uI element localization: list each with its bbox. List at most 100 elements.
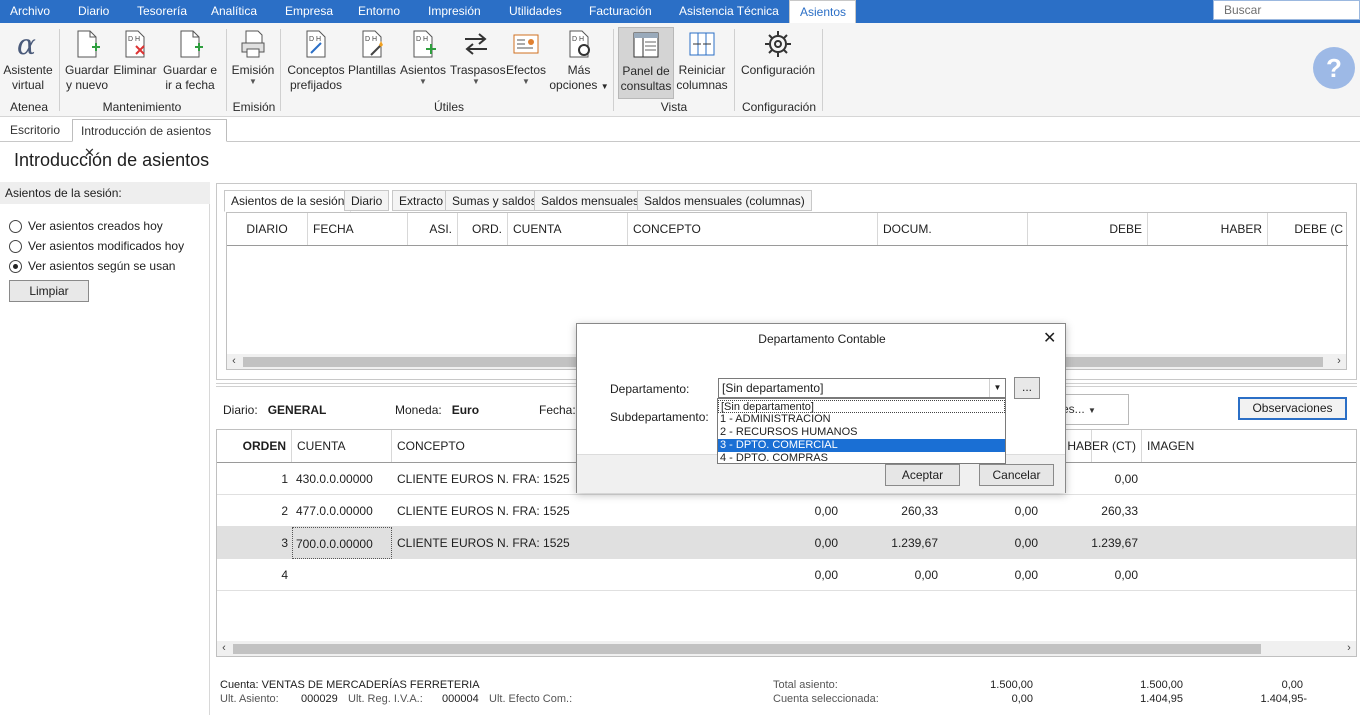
column-header[interactable]: DOCUM. xyxy=(878,213,1028,245)
browse-button[interactable]: ... xyxy=(1014,377,1040,399)
cell-haber-ct[interactable]: 260,33 xyxy=(1057,495,1138,527)
menu-empresa[interactable]: Empresa xyxy=(275,0,343,23)
chevron-left-icon[interactable]: ‹ xyxy=(217,641,231,656)
tab-saldos-mensuales-columnas[interactable]: Saldos mensuales (columnas) xyxy=(637,190,812,211)
cell-debe[interactable]: 0,00 xyxy=(757,527,838,559)
options-dropdown-button[interactable]: es... ▼ xyxy=(1055,394,1129,425)
cell-haber-ct[interactable]: 1.239,67 xyxy=(1057,527,1138,559)
tab-introduccion-asientos[interactable]: Introducción de asientos ✕ xyxy=(72,119,227,160)
eliminar-button[interactable]: D H Eliminar xyxy=(112,27,158,99)
radio-creados-hoy[interactable]: Ver asientos creados hoy xyxy=(9,219,199,235)
menu-impresion[interactable]: Impresión xyxy=(418,0,491,23)
chevron-right-icon[interactable]: › xyxy=(1342,641,1356,656)
radio-modificados-hoy[interactable]: Ver asientos modificados hoy xyxy=(9,239,199,255)
help-icon[interactable]: ? xyxy=(1313,47,1355,89)
menu-analitica[interactable]: Analítica xyxy=(201,0,267,23)
departamento-select[interactable]: [Sin departamento] ▼ xyxy=(718,378,1006,398)
chevron-right-icon[interactable]: › xyxy=(1332,354,1346,369)
cell-concepto[interactable]: CLIENTE EUROS N. FRA: 1525 xyxy=(397,495,697,527)
horizontal-scrollbar[interactable]: ‹ › xyxy=(217,641,1356,656)
limpiar-button[interactable]: Limpiar xyxy=(9,280,89,302)
plantillas-button[interactable]: D H Plantillas xyxy=(348,27,396,99)
radio-dot[interactable] xyxy=(9,220,22,233)
guardar-y-nuevo-button[interactable]: Guardar y nuevo xyxy=(64,27,110,99)
emision-button[interactable]: Emisión ▼ xyxy=(231,27,275,99)
asientos-button[interactable]: D H Asientos ▼ xyxy=(398,27,448,99)
column-header[interactable]: CUENTA xyxy=(508,213,628,245)
column-header[interactable]: HABER xyxy=(1148,213,1268,245)
column-header[interactable]: FECHA xyxy=(308,213,408,245)
cell-haber[interactable]: 0,00 xyxy=(857,559,938,591)
tab-escritorio[interactable]: Escritorio xyxy=(2,119,68,142)
menu-diario[interactable]: Diario xyxy=(68,0,119,23)
column-header[interactable]: CUENTA xyxy=(292,430,392,462)
scroll-thumb[interactable] xyxy=(233,644,1261,654)
guardar-fecha-label-1: Guardar e xyxy=(162,63,218,77)
asistente-virtual-button[interactable]: α Asistente virtual xyxy=(2,27,54,99)
sel-debe: 0,00 xyxy=(1011,693,1033,705)
menu-asistencia-tecnica[interactable]: Asistencia Técnica xyxy=(669,0,789,23)
close-icon[interactable]: ✕ xyxy=(1043,328,1056,348)
cell-debe-ct[interactable]: 0,00 xyxy=(957,495,1038,527)
menu-tesoreria[interactable]: Tesorería xyxy=(127,0,197,23)
cell-haber-ct[interactable]: 0,00 xyxy=(1057,463,1138,495)
chevron-down-icon[interactable]: ▼ xyxy=(989,379,1005,397)
search-input[interactable]: Buscar xyxy=(1213,0,1360,20)
efectos-button[interactable]: Efectos ▼ xyxy=(504,27,548,99)
cell-debe-ct[interactable]: 0,00 xyxy=(957,559,1038,591)
cell-cuenta[interactable]: 430.0.0.00000 xyxy=(296,463,391,495)
table-row[interactable]: 2 477.0.0.00000 CLIENTE EUROS N. FRA: 15… xyxy=(217,495,1356,527)
reiniciar-columnas-button[interactable]: Reiniciar columnas xyxy=(676,27,728,99)
conceptos-prefijados-button[interactable]: D H Conceptos prefijados xyxy=(286,27,346,99)
radio-dot[interactable] xyxy=(9,260,22,273)
column-header[interactable]: ORD. xyxy=(458,213,508,245)
traspasos-button[interactable]: Traspasos ▼ xyxy=(450,27,506,99)
panel-consultas-button[interactable]: Panel de consultas xyxy=(618,27,674,99)
tab-sumas-saldos[interactable]: Sumas y saldos xyxy=(445,190,544,211)
cell-cuenta[interactable]: 477.0.0.00000 xyxy=(296,495,391,527)
column-header[interactable]: HABER (CT) xyxy=(1057,430,1142,462)
mas-opciones-button[interactable]: D H Más opciones ▼ xyxy=(549,27,609,99)
table-row-selected[interactable]: 3 700.0.0.00000 CLIENTE EUROS N. FRA: 15… xyxy=(217,527,1356,559)
menu-archivo[interactable]: Archivo xyxy=(0,0,60,23)
option-administracion[interactable]: 1 - ADMINISTRACION xyxy=(718,413,1005,426)
menu-utilidades[interactable]: Utilidades xyxy=(499,0,572,23)
tab-extracto[interactable]: Extracto xyxy=(392,190,451,211)
cell-debe[interactable]: 0,00 xyxy=(757,495,838,527)
aceptar-button[interactable]: Aceptar xyxy=(885,464,960,486)
column-header[interactable]: ASI. xyxy=(408,213,458,245)
column-header[interactable]: IMAGEN xyxy=(1142,430,1356,462)
option-dpto-comercial[interactable]: 3 - DPTO. COMERCIAL xyxy=(718,439,1005,452)
guardar-ir-fecha-button[interactable]: Guardar e ir a fecha xyxy=(161,27,219,99)
configuracion-button[interactable]: Configuración xyxy=(739,27,817,99)
radio-segun-se-usan[interactable]: Ver asientos según se usan xyxy=(9,259,199,275)
menu-asientos[interactable]: Asientos xyxy=(789,0,856,23)
menu-entorno[interactable]: Entorno xyxy=(348,0,410,23)
cell-cuenta-focused[interactable]: 700.0.0.00000 xyxy=(292,527,392,559)
tab-diario[interactable]: Diario xyxy=(344,190,390,211)
column-header[interactable]: CONCEPTO xyxy=(628,213,878,245)
chevron-left-icon[interactable]: ‹ xyxy=(227,354,241,369)
column-header[interactable]: DIARIO xyxy=(227,213,308,245)
option-sin-departamento[interactable]: [Sin departamento] xyxy=(718,400,1005,413)
cell-concepto[interactable]: CLIENTE EUROS N. FRA: 1525 xyxy=(397,527,697,559)
tab-saldos-mensuales[interactable]: Saldos mensuales xyxy=(534,190,647,211)
cancelar-button[interactable]: Cancelar xyxy=(979,464,1054,486)
option-recursos-humanos[interactable]: 2 - RECURSOS HUMANOS xyxy=(718,426,1005,439)
menu-facturacion[interactable]: Facturación xyxy=(579,0,662,23)
cell-haber[interactable]: 1.239,67 xyxy=(857,527,938,559)
cell-debe[interactable]: 0,00 xyxy=(757,559,838,591)
tab-asientos-sesion[interactable]: Asientos de la sesión xyxy=(224,190,352,212)
column-header[interactable]: DEBE xyxy=(1028,213,1148,245)
option-dpto-compras[interactable]: 4 - DPTO. COMPRAS xyxy=(718,452,1005,465)
column-header[interactable]: ORDEN xyxy=(217,430,292,462)
cell-cuenta[interactable] xyxy=(296,559,391,591)
column-header[interactable]: DEBE (C xyxy=(1268,213,1348,245)
table-row[interactable]: 4 0,00 0,00 0,00 0,00 xyxy=(217,559,1356,591)
cell-haber-ct[interactable]: 0,00 xyxy=(1057,559,1138,591)
radio-dot[interactable] xyxy=(9,240,22,253)
cell-concepto[interactable] xyxy=(397,559,697,591)
cell-haber[interactable]: 260,33 xyxy=(857,495,938,527)
cell-debe-ct[interactable]: 0,00 xyxy=(957,527,1038,559)
observaciones-button[interactable]: Observaciones xyxy=(1238,397,1347,420)
